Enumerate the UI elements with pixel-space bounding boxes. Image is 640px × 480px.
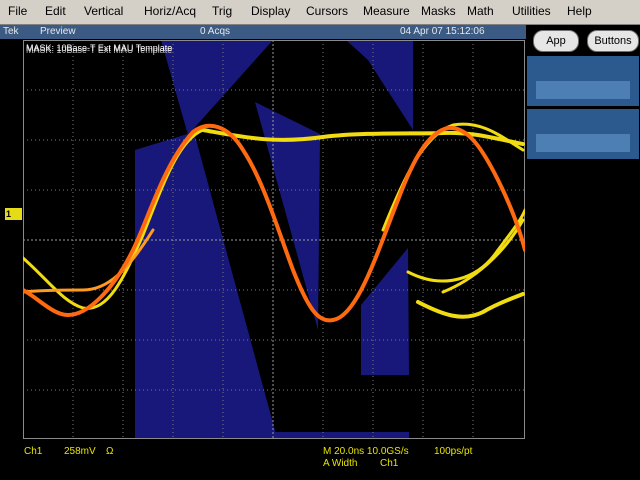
brand-label: Tek [3, 26, 19, 37]
menu-vertical[interactable]: Vertical [84, 4, 123, 18]
app-button[interactable]: App [533, 30, 579, 52]
acquisition-count: 0 Acqs [200, 26, 231, 37]
menu-masks[interactable]: Masks [421, 4, 456, 18]
mask-region-center [255, 102, 320, 330]
timebase-readout[interactable]: M 20.0ns 10.0GS/s [323, 446, 409, 457]
menu-bar: File Edit Vertical Horiz/Acq Trig Displa… [0, 0, 640, 25]
date-time: 04 Apr 07 15:12:06 [400, 26, 485, 37]
mask-region-top [161, 40, 273, 135]
grid-lines [23, 40, 525, 439]
mask-region-top-right [346, 40, 413, 130]
mask-template-label: MASK: 10Base-T Ext MAU Template [26, 43, 173, 53]
mask-region-bottom [273, 432, 409, 439]
grid-center-axes [23, 40, 525, 439]
control-panel-lower[interactable] [527, 109, 639, 159]
volts-per-div[interactable]: 258mV [64, 446, 96, 457]
trace-low-plateau [416, 292, 525, 319]
trace-left-lower [23, 228, 155, 294]
coupling-ohm-icon: Ω [106, 446, 114, 457]
buttons-button[interactable]: Buttons [587, 30, 639, 52]
graticule-border [23, 40, 525, 439]
menu-utilities[interactable]: Utilities [512, 4, 551, 18]
menu-display[interactable]: Display [251, 4, 290, 18]
menu-file[interactable]: File [8, 4, 27, 18]
graticule[interactable] [23, 40, 525, 439]
mask-region-right [361, 248, 409, 375]
menu-edit[interactable]: Edit [45, 4, 66, 18]
menu-measure[interactable]: Measure [363, 4, 410, 18]
menu-cursors[interactable]: Cursors [306, 4, 348, 18]
status-bar: Tek Preview 0 Acqs 04 Apr 07 15:12:06 [0, 25, 526, 39]
control-field-upper[interactable] [536, 81, 630, 99]
menu-math[interactable]: Math [467, 4, 494, 18]
control-panel-upper[interactable] [527, 56, 639, 106]
menu-trig[interactable]: Trig [212, 4, 232, 18]
trigger-mode[interactable]: A Width [323, 458, 357, 469]
menu-horiz-acq[interactable]: Horiz/Acq [144, 4, 196, 18]
mask-region-left [135, 132, 277, 438]
trigger-source[interactable]: Ch1 [380, 458, 398, 469]
mode-label: Preview [40, 26, 76, 37]
channel-label[interactable]: Ch1 [24, 446, 42, 457]
menu-help[interactable]: Help [567, 4, 592, 18]
trace-falling-right [406, 208, 525, 283]
control-field-lower[interactable] [536, 134, 630, 152]
channel-1-ground-marker[interactable]: 1 [5, 208, 22, 220]
right-control-panel: App Buttons [526, 25, 640, 480]
resolution-readout[interactable]: 100ps/pt [434, 446, 472, 457]
